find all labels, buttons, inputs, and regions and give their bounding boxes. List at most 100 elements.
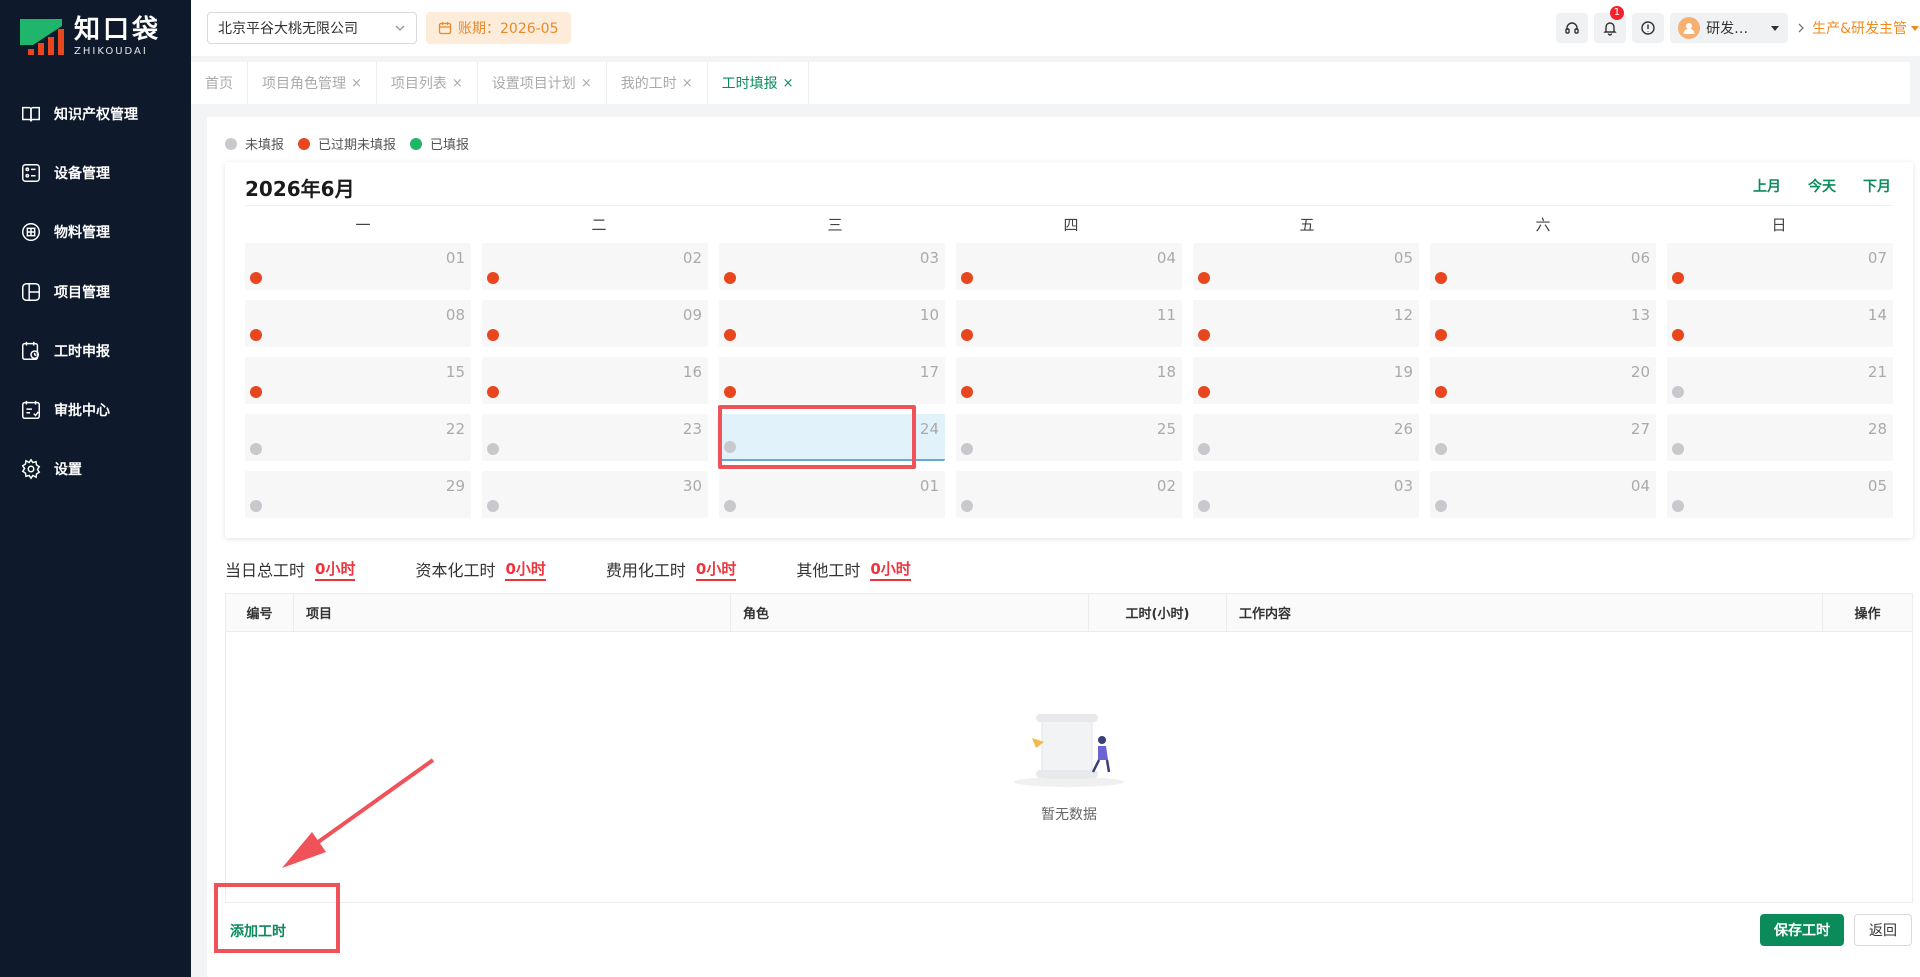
calendar-day-cell[interactable]: 03 [1193, 471, 1419, 518]
calendar-day-cell[interactable]: 21 [1667, 357, 1893, 404]
calendar-day-cell[interactable]: 28 [1667, 414, 1893, 461]
calendar-day-cell[interactable]: 20 [1430, 357, 1656, 404]
logo[interactable]: 知口袋 ZHIKOUDAI [18, 16, 161, 57]
calendar-day-cell[interactable]: 14 [1667, 300, 1893, 347]
support-button[interactable] [1556, 13, 1589, 43]
calendar-day-cell[interactable]: 10 [719, 300, 945, 347]
close-icon[interactable]: × [581, 76, 592, 91]
caret-down-icon [1771, 26, 1780, 31]
calendar-day-cell[interactable]: 16 [482, 357, 708, 404]
calendar-day-cell[interactable]: 11 [956, 300, 1182, 347]
calendar-day-cell[interactable]: 30 [482, 471, 708, 518]
calendar-day-cell[interactable]: 01 [245, 243, 471, 290]
calendar-day-cell[interactable]: 19 [1193, 357, 1419, 404]
sidebar-item-device[interactable]: 设备管理 [0, 143, 191, 202]
sidebar-item-settings[interactable]: 设置 [0, 440, 191, 499]
status-dot [1672, 386, 1684, 398]
status-dot [1672, 443, 1684, 455]
status-dot [250, 386, 262, 398]
tab-label: 工时填报 [721, 76, 778, 92]
calendar-day-cell[interactable]: 06 [1430, 243, 1656, 290]
day-number: 29 [445, 477, 465, 495]
back-button[interactable]: 返回 [1854, 914, 1912, 946]
tab-project-plan[interactable]: 设置项目计划 × [478, 62, 607, 104]
calendar-day-cell[interactable]: 26 [1193, 414, 1419, 461]
calendar-day-cell[interactable]: 12 [1193, 300, 1419, 347]
box-icon [22, 223, 40, 242]
user-menu[interactable]: 研发… [1670, 13, 1789, 43]
calendar-day-cell[interactable]: 02 [482, 243, 708, 290]
day-number: 26 [1393, 420, 1413, 438]
day-number: 25 [1156, 420, 1176, 438]
prev-month-button[interactable]: 上月 [1753, 176, 1781, 196]
tab-home[interactable]: 首页 [191, 62, 248, 104]
hours-summary: 当日总工时 0小时 资本化工时 0小时 费用化工时 0小时 其他工时 0小时 [225, 557, 971, 581]
close-icon[interactable]: × [351, 76, 362, 91]
weekday-label: 五 [1299, 216, 1315, 234]
day-number: 30 [682, 477, 702, 495]
day-number: 14 [1867, 306, 1887, 324]
close-icon[interactable]: × [682, 76, 693, 91]
sidebar-item-material[interactable]: 物料管理 [0, 203, 191, 262]
calendar-day-cell[interactable]: 15 [245, 357, 471, 404]
calendar-day-cell[interactable]: 22 [245, 414, 471, 461]
calendar-day-cell[interactable]: 17 [719, 357, 945, 404]
legend: 未填报 已过期未填报 已填报 [225, 134, 483, 153]
sidebar-item-project[interactable]: 项目管理 [0, 262, 191, 321]
calendar-day-cell[interactable]: 27 [1430, 414, 1656, 461]
calendar-day-cell[interactable]: 24 [719, 414, 945, 461]
empty-state: 暂无数据 [226, 632, 1912, 902]
status-dot [1435, 386, 1447, 398]
column-header: 角色 [731, 594, 1089, 631]
calendar-day-cell[interactable]: 01 [719, 471, 945, 518]
tab-label: 我的工时 [620, 76, 677, 92]
calendar-day-cell[interactable]: 08 [245, 300, 471, 347]
day-number: 16 [682, 363, 702, 381]
calendar-day-cell[interactable]: 13 [1430, 300, 1656, 347]
brand-name-en: ZHIKOUDAI [74, 46, 148, 57]
add-hours-button[interactable]: 添加工时 [230, 921, 286, 941]
calendar-day-cell[interactable]: 04 [956, 243, 1182, 290]
close-icon[interactable]: × [783, 76, 794, 91]
status-dot [1435, 500, 1447, 512]
calendar-day-cell[interactable]: 25 [956, 414, 1182, 461]
close-icon[interactable]: × [452, 76, 463, 91]
tab-my-hours[interactable]: 我的工时 × [607, 62, 708, 104]
day-number: 13 [1630, 306, 1650, 324]
tab-timesheet-entry[interactable]: 工时填报 × [708, 62, 809, 104]
sidebar-item-label: 工时申报 [54, 343, 110, 360]
calendar-day-cell[interactable]: 04 [1430, 471, 1656, 518]
tab-label: 首页 [205, 76, 233, 92]
sidebar-item-approval[interactable]: 审批中心 [0, 380, 191, 439]
save-hours-button[interactable]: 保存工时 [1760, 914, 1844, 946]
info-button[interactable] [1632, 13, 1665, 43]
notification-button[interactable]: 1 [1594, 6, 1627, 43]
calendar-day-cell[interactable]: 02 [956, 471, 1182, 518]
today-button[interactable]: 今天 [1808, 176, 1836, 196]
day-number: 28 [1867, 420, 1887, 438]
calendar-day-cell[interactable]: 09 [482, 300, 708, 347]
company-select[interactable]: 北京平谷大桃无限公司 [207, 12, 417, 44]
calendar-day-cell[interactable]: 23 [482, 414, 708, 461]
calendar-day-cell[interactable]: 07 [1667, 243, 1893, 290]
day-number: 24 [919, 420, 939, 438]
status-dot [961, 500, 973, 512]
calendar-day-cell[interactable]: 05 [1667, 471, 1893, 518]
calendar-day-cell[interactable]: 03 [719, 243, 945, 290]
calendar-day-cell[interactable]: 05 [1193, 243, 1419, 290]
summary-label: 资本化工时 [415, 561, 496, 580]
next-month-button[interactable]: 下月 [1863, 176, 1891, 196]
main-content: 未填报 已过期未填报 已填报 2026年6月 上月 今天 下月 一 二 三 四 … [207, 117, 1920, 977]
tab-project-roles[interactable]: 项目角色管理 × [248, 62, 377, 104]
sidebar-item-timesheet[interactable]: 工时申报 [0, 321, 191, 380]
status-dot [724, 386, 736, 398]
chevron-right-icon [1798, 23, 1804, 33]
role-text[interactable]: 生产&研发主管 [1812, 18, 1907, 38]
day-number: 03 [919, 249, 939, 267]
sidebar-item-ip[interactable]: 知识产权管理 [0, 84, 191, 143]
company-name: 北京平谷大桃无限公司 [218, 21, 358, 37]
tab-project-list[interactable]: 项目列表 × [377, 62, 478, 104]
calendar-day-cell[interactable]: 29 [245, 471, 471, 518]
calendar-day-cell[interactable]: 18 [956, 357, 1182, 404]
column-header: 编号 [226, 594, 294, 631]
